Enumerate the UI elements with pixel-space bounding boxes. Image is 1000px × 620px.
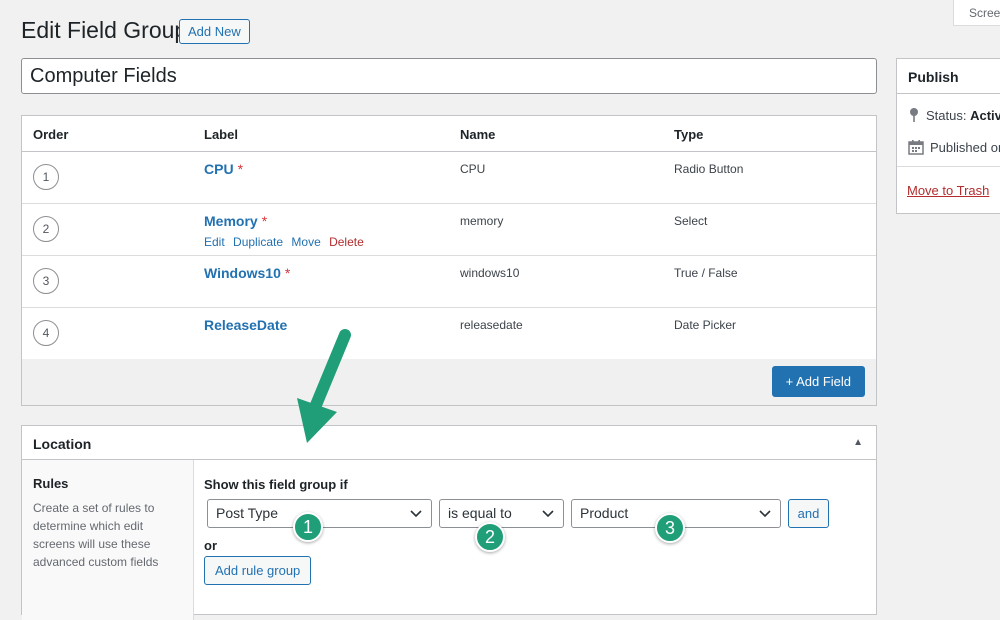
rule-operator-select[interactable]: is equal to <box>439 499 564 528</box>
required-marker: * <box>237 161 244 177</box>
annotation-badge: 2 <box>475 522 505 552</box>
chevron-down-icon <box>542 510 554 518</box>
field-label-text[interactable]: ReleaseDate <box>204 317 287 333</box>
rules-sidebar: Rules Create a set of rules to determine… <box>22 460 194 620</box>
field-name: memory <box>460 214 504 228</box>
move-link[interactable]: Move <box>291 235 320 249</box>
pin-icon <box>910 108 918 122</box>
status-line: Status: Active <box>908 107 1000 123</box>
field-name: CPU <box>460 162 486 176</box>
collapse-toggle-icon[interactable]: ▲ <box>853 437 863 448</box>
duplicate-link[interactable]: Duplicate <box>233 235 283 249</box>
order-handle[interactable]: 2 <box>33 216 59 242</box>
chevron-down-icon <box>410 510 422 518</box>
annotation-badge: 1 <box>293 512 323 542</box>
status-value: Active <box>970 108 1000 123</box>
status-label: Status: <box>926 108 967 123</box>
row-actions: Edit Duplicate Move Delete <box>204 235 369 249</box>
location-title: Location <box>33 436 92 452</box>
annotation-badge: 3 <box>655 513 685 543</box>
required-marker: * <box>284 265 291 281</box>
and-button[interactable]: and <box>788 499 829 528</box>
delete-link[interactable]: Delete <box>329 235 364 249</box>
field-type: Radio Button <box>674 162 744 176</box>
field-name: windows10 <box>460 266 520 280</box>
page-title: Edit Field Group <box>21 17 188 43</box>
add-new-button[interactable]: Add New <box>179 19 250 44</box>
field-name: releasedate <box>460 318 523 332</box>
field-label-link[interactable]: Memory * <box>204 213 267 229</box>
field-row[interactable]: 1 CPU * CPU Radio Button <box>22 152 876 204</box>
add-rule-group-button[interactable]: Add rule group <box>204 556 312 585</box>
rule-value-value: Product <box>580 505 629 521</box>
field-label-text[interactable]: Memory <box>204 213 258 229</box>
field-row[interactable]: 4 ReleaseDate releasedate Date Picker <box>22 308 876 360</box>
field-label-link[interactable]: CPU * <box>204 161 243 177</box>
field-row[interactable]: 3 Windows10 * windows10 True / False <box>22 256 876 308</box>
published-on-label: Published on: <box>930 140 1000 155</box>
publish-title: Publish <box>908 69 959 85</box>
location-panel-header[interactable]: Location ▲ <box>22 426 876 460</box>
fields-table-footer: + Add Field <box>22 359 876 405</box>
field-label-link[interactable]: Windows10 * <box>204 265 290 281</box>
column-header-name: Name <box>460 127 496 142</box>
published-on-line: Published on: <box>908 139 1000 155</box>
edit-link[interactable]: Edit <box>204 235 225 249</box>
column-header-label: Label <box>204 127 238 142</box>
field-label-link[interactable]: ReleaseDate <box>204 317 291 333</box>
order-handle[interactable]: 1 <box>33 164 59 190</box>
field-row[interactable]: 2 Memory * Edit Duplicate Move Delete mem… <box>22 204 876 256</box>
publish-panel: Publish Status: Active Published on: Mov… <box>896 58 1000 214</box>
column-header-order: Order <box>33 127 69 142</box>
publish-panel-header: Publish <box>897 59 1000 94</box>
divider <box>897 166 1000 167</box>
order-handle[interactable]: 3 <box>33 268 59 294</box>
field-type: True / False <box>674 266 738 280</box>
field-group-title-input[interactable] <box>21 58 877 94</box>
calendar-icon <box>908 140 924 155</box>
show-if-label: Show this field group if <box>204 477 348 492</box>
field-type: Date Picker <box>674 318 737 332</box>
screen-options-tab[interactable]: Screen Options <box>953 0 1000 26</box>
or-label: or <box>204 538 217 553</box>
order-handle[interactable]: 4 <box>33 320 59 346</box>
location-panel: Location ▲ Rules Create a set of rules t… <box>21 425 877 620</box>
add-field-button[interactable]: + Add Field <box>771 366 865 397</box>
rules-title: Rules <box>33 476 69 491</box>
rules-description: Create a set of rules to determine which… <box>33 501 159 569</box>
column-header-type: Type <box>674 127 704 142</box>
rule-operator-value: is equal to <box>448 505 512 521</box>
fields-table-header: Order Label Name Type <box>22 116 876 152</box>
required-marker: * <box>261 213 268 229</box>
field-label-text[interactable]: CPU <box>204 161 234 177</box>
field-label-text[interactable]: Windows10 <box>204 265 281 281</box>
move-to-trash-link[interactable]: Move to Trash <box>907 183 989 198</box>
rule-param-value: Post Type <box>216 505 279 521</box>
fields-table: Order Label Name Type 1 CPU * CPU Radio B… <box>21 115 877 406</box>
chevron-down-icon <box>759 510 771 518</box>
field-type: Select <box>674 214 708 228</box>
